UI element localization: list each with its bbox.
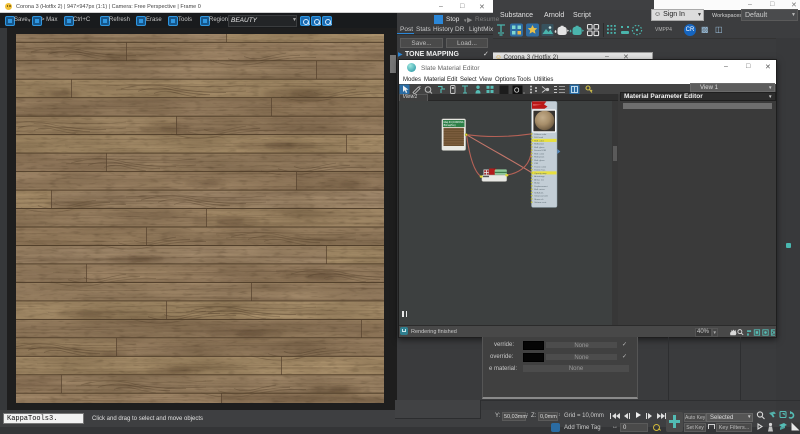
- svg-text:Volume scat.: Volume scat.: [534, 201, 547, 204]
- svg-text:Bump: Bump: [534, 183, 540, 185]
- svg-text:Self-illum.: Self-illum.: [534, 192, 544, 194]
- svg-text:Transl. color: Transl. color: [534, 165, 546, 168]
- svg-text:Refr. color: Refr. color: [534, 152, 544, 155]
- svg-text:Transl. frac.: Transl. frac.: [534, 169, 546, 172]
- svg-text:Refl. aniso.: Refl. aniso.: [534, 189, 545, 191]
- svg-text:Fresnel IOR: Fresnel IOR: [534, 149, 546, 152]
- svg-text:Diff. level: Diff. level: [534, 137, 543, 139]
- svg-text:Clearcoat amt: Clearcoat amt: [534, 195, 548, 198]
- svg-text:Aniso. rot.: Aniso. rot.: [534, 178, 544, 181]
- svg-text:Anisotropy: Anisotropy: [534, 175, 545, 178]
- svg-text:IOR: IOR: [534, 163, 538, 165]
- svg-text:Sheen clr: Sheen clr: [534, 198, 544, 201]
- svg-text:Displacement: Displacement: [534, 185, 548, 188]
- svg-text:Refl. gloss.: Refl. gloss.: [534, 147, 545, 149]
- svg-text:Refr. gloss.: Refr. gloss.: [534, 159, 545, 162]
- svg-text:Refraction: Refraction: [534, 156, 545, 159]
- svg-text:Diffuse color: Diffuse color: [534, 133, 546, 136]
- svg-text:Refl. color: Refl. color: [534, 139, 544, 142]
- svg-text:BitmapTex): BitmapTex): [444, 124, 456, 127]
- svg-text:Opacity map: Opacity map: [534, 172, 547, 175]
- svg-text:Reflection: Reflection: [534, 143, 545, 146]
